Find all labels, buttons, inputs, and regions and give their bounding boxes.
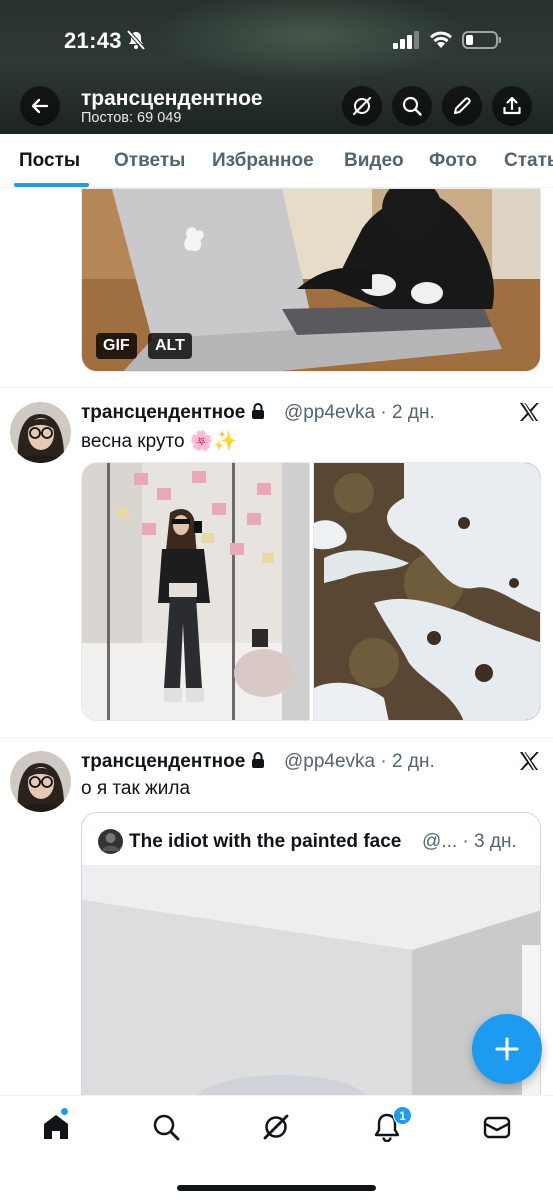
- notifications-badge: 1: [393, 1106, 412, 1125]
- post-divider: [0, 387, 553, 388]
- meta-separator: ·: [380, 402, 387, 423]
- home-icon[interactable]: [41, 1112, 71, 1142]
- gif-badge: GIF: [96, 333, 137, 359]
- quoted-handle: @...: [422, 831, 458, 852]
- active-tab-indicator: [14, 183, 89, 187]
- x-logo-icon: [520, 752, 539, 770]
- grok-icon[interactable]: [261, 1112, 291, 1142]
- author-name[interactable]: трансцендентное: [81, 751, 265, 773]
- tab-replies[interactable]: Ответы: [114, 150, 185, 172]
- profile-tabs: Посты Ответы Избранное Видео Фото Стать: [0, 134, 553, 188]
- quoted-meta: @... · 3 дн.: [422, 831, 517, 853]
- post-text: весна круто 🌸✨: [81, 431, 238, 452]
- post-divider: [0, 737, 553, 738]
- account-name: трансцендентное: [81, 87, 263, 110]
- lock-icon: [252, 752, 265, 768]
- home-new-dot: [60, 1107, 69, 1116]
- grok-icon: [352, 96, 372, 116]
- app-screen: 21:43 трансцендентное Постов: 69 049 Пос…: [0, 0, 553, 1200]
- snow-ground-image: [314, 463, 540, 720]
- post-time: 2 дн.: [392, 751, 435, 772]
- alt-badge[interactable]: ALT: [148, 333, 192, 359]
- author-handle: @pp4evka: [284, 402, 376, 423]
- photo-melting-snow[interactable]: [313, 462, 541, 721]
- pen-icon: [454, 97, 471, 114]
- photo-mirror-selfie[interactable]: [81, 462, 310, 721]
- grok-button[interactable]: [342, 86, 382, 126]
- avatar-image: [10, 751, 71, 812]
- post-time: 2 дн.: [392, 402, 435, 423]
- tab-photo[interactable]: Фото: [429, 150, 477, 172]
- compose-button[interactable]: [472, 1014, 542, 1084]
- mirror-selfie-image: [82, 463, 309, 720]
- search-icon: [402, 96, 422, 116]
- profile-header: 21:43 трансцендентное Постов: 69 049: [0, 0, 553, 134]
- wifi-icon: [430, 31, 452, 48]
- tab-articles[interactable]: Стать: [504, 150, 553, 172]
- author-name[interactable]: трансцендентное: [81, 402, 265, 424]
- posts-count: Постов: 69 049: [81, 110, 182, 126]
- author-name-text: трансцендентное: [81, 751, 246, 772]
- back-arrow-icon: [31, 98, 49, 114]
- avatar-image: [10, 402, 71, 463]
- author-handle: @pp4evka: [284, 751, 376, 772]
- quoted-time: · 3 дн.: [462, 831, 517, 852]
- bell-off-icon: [126, 30, 146, 50]
- mail-icon[interactable]: [482, 1112, 512, 1142]
- signal-icon: [393, 31, 419, 49]
- tab-likes[interactable]: Избранное: [212, 150, 314, 172]
- gif-media[interactable]: GIF ALT: [81, 188, 541, 372]
- share-button[interactable]: [492, 86, 532, 126]
- share-icon: [503, 96, 521, 115]
- plus-icon: [495, 1037, 519, 1061]
- quoted-author-name: The idiot with the painted face: [129, 831, 402, 852]
- quoted-post[interactable]: The idiot with the painted face @... · 3…: [81, 812, 541, 1132]
- x-logo-icon: [520, 403, 539, 421]
- bottom-nav: 1: [0, 1095, 553, 1200]
- tab-posts[interactable]: Посты: [19, 150, 80, 172]
- meta-separator: ·: [380, 751, 387, 772]
- avatar[interactable]: [10, 402, 71, 463]
- home-indicator: [177, 1185, 376, 1191]
- post-text: о я так жила: [81, 778, 191, 799]
- edit-button[interactable]: [442, 86, 482, 126]
- back-button[interactable]: [20, 86, 60, 126]
- battery-icon: [462, 31, 501, 49]
- post-meta[interactable]: @pp4evka · 2 дн.: [284, 402, 435, 424]
- status-time: 21:43: [64, 28, 122, 53]
- search-button[interactable]: [392, 86, 432, 126]
- quoted-room-image: [82, 865, 540, 1131]
- avatar[interactable]: [10, 751, 71, 812]
- tab-video[interactable]: Видео: [344, 150, 404, 172]
- quoted-avatar: [98, 829, 123, 854]
- post-meta[interactable]: @pp4evka · 2 дн.: [284, 751, 435, 773]
- search-icon[interactable]: [151, 1112, 181, 1142]
- author-name-text: трансцендентное: [81, 402, 246, 423]
- lock-icon: [252, 403, 265, 419]
